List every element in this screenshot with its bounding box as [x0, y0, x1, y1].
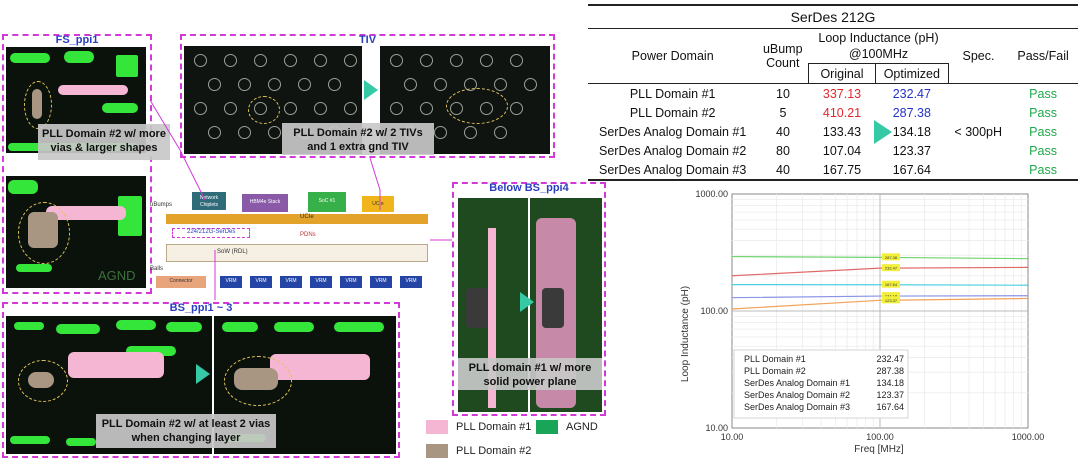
chart-legend: PLL Domain #1 232.47 PLL Domain #2 287.38 Se…: [733, 349, 909, 419]
table-row: SerDes Analog Domain #2 80 107.04 123.37 P…: [599, 143, 1057, 158]
series-marker-label-5: 167.64: [885, 282, 898, 287]
y-tick-label: 100.00: [700, 306, 728, 316]
x-tick-label: 1000.00: [1012, 432, 1045, 442]
header-ubump-count: uBump Count: [762, 42, 803, 70]
connector-lines: [149, 99, 452, 300]
series-marker-label-2: 287.38: [885, 255, 898, 260]
header-spec: Spec.: [962, 49, 995, 63]
y-tick-label: 1000.00: [695, 189, 728, 199]
series-line-5: [731, 284, 1029, 286]
serdes-table: SerDes 212G Power Domain uBump Count Loo…: [588, 4, 1078, 181]
spec-value: < 300pH: [954, 124, 1003, 139]
legend-entry-name: PLL Domain #2: [744, 366, 806, 376]
legend-entry-value: 167.64: [876, 402, 904, 412]
table-title: SerDes 212G: [790, 9, 876, 25]
table-row: SerDes Analog Domain #3 40 167.75 167.64 P…: [588, 160, 1078, 180]
legend-entry-value: 134.18: [876, 378, 904, 388]
x-tick-label: 10.00: [721, 432, 744, 442]
table-arrow: [874, 120, 892, 144]
legend-entry-value: 287.38: [876, 366, 904, 376]
legend-entry-name: PLL Domain #1: [744, 354, 806, 364]
inductance-chart: 232.47 287.38 134.18 123.37 167.64 10.00 100.…: [680, 189, 1045, 455]
chart-xlabel: Freq [MHz]: [854, 444, 904, 455]
x-tick-label: 100.00: [866, 432, 894, 442]
header-power-domain: Power Domain: [631, 49, 714, 63]
table-row: PLL Domain #1 10 337.13 232.47 Pass: [629, 86, 1057, 101]
legend-entry-name: SerDes Analog Domain #3: [744, 402, 850, 412]
series-marker-label-4: 123.37: [885, 298, 898, 303]
header-original: Original: [808, 63, 876, 84]
legend-entry-name: SerDes Analog Domain #2: [744, 390, 850, 400]
header-loop-inductance: Loop Inductance (pH) @100MHz: [818, 31, 939, 61]
legend-entry-value: 232.47: [876, 354, 904, 364]
series-marker-label-1: 232.47: [885, 266, 898, 271]
header-pass-fail: Pass/Fail: [1017, 49, 1069, 63]
table-row: SerDes Analog Domain #1 40 133.43 134.18 <…: [588, 122, 1078, 141]
legend-entry-name: SerDes Analog Domain #1: [744, 378, 850, 388]
legend-entry-value: 123.37: [876, 390, 904, 400]
table-row: PLL Domain #2 5 410.21 287.38 Pass: [629, 105, 1057, 120]
chart-ylabel: Loop Inductance (pH): [680, 286, 691, 382]
y-tick-label: 10.00: [705, 423, 728, 433]
header-optimized: Optimized: [874, 63, 949, 84]
